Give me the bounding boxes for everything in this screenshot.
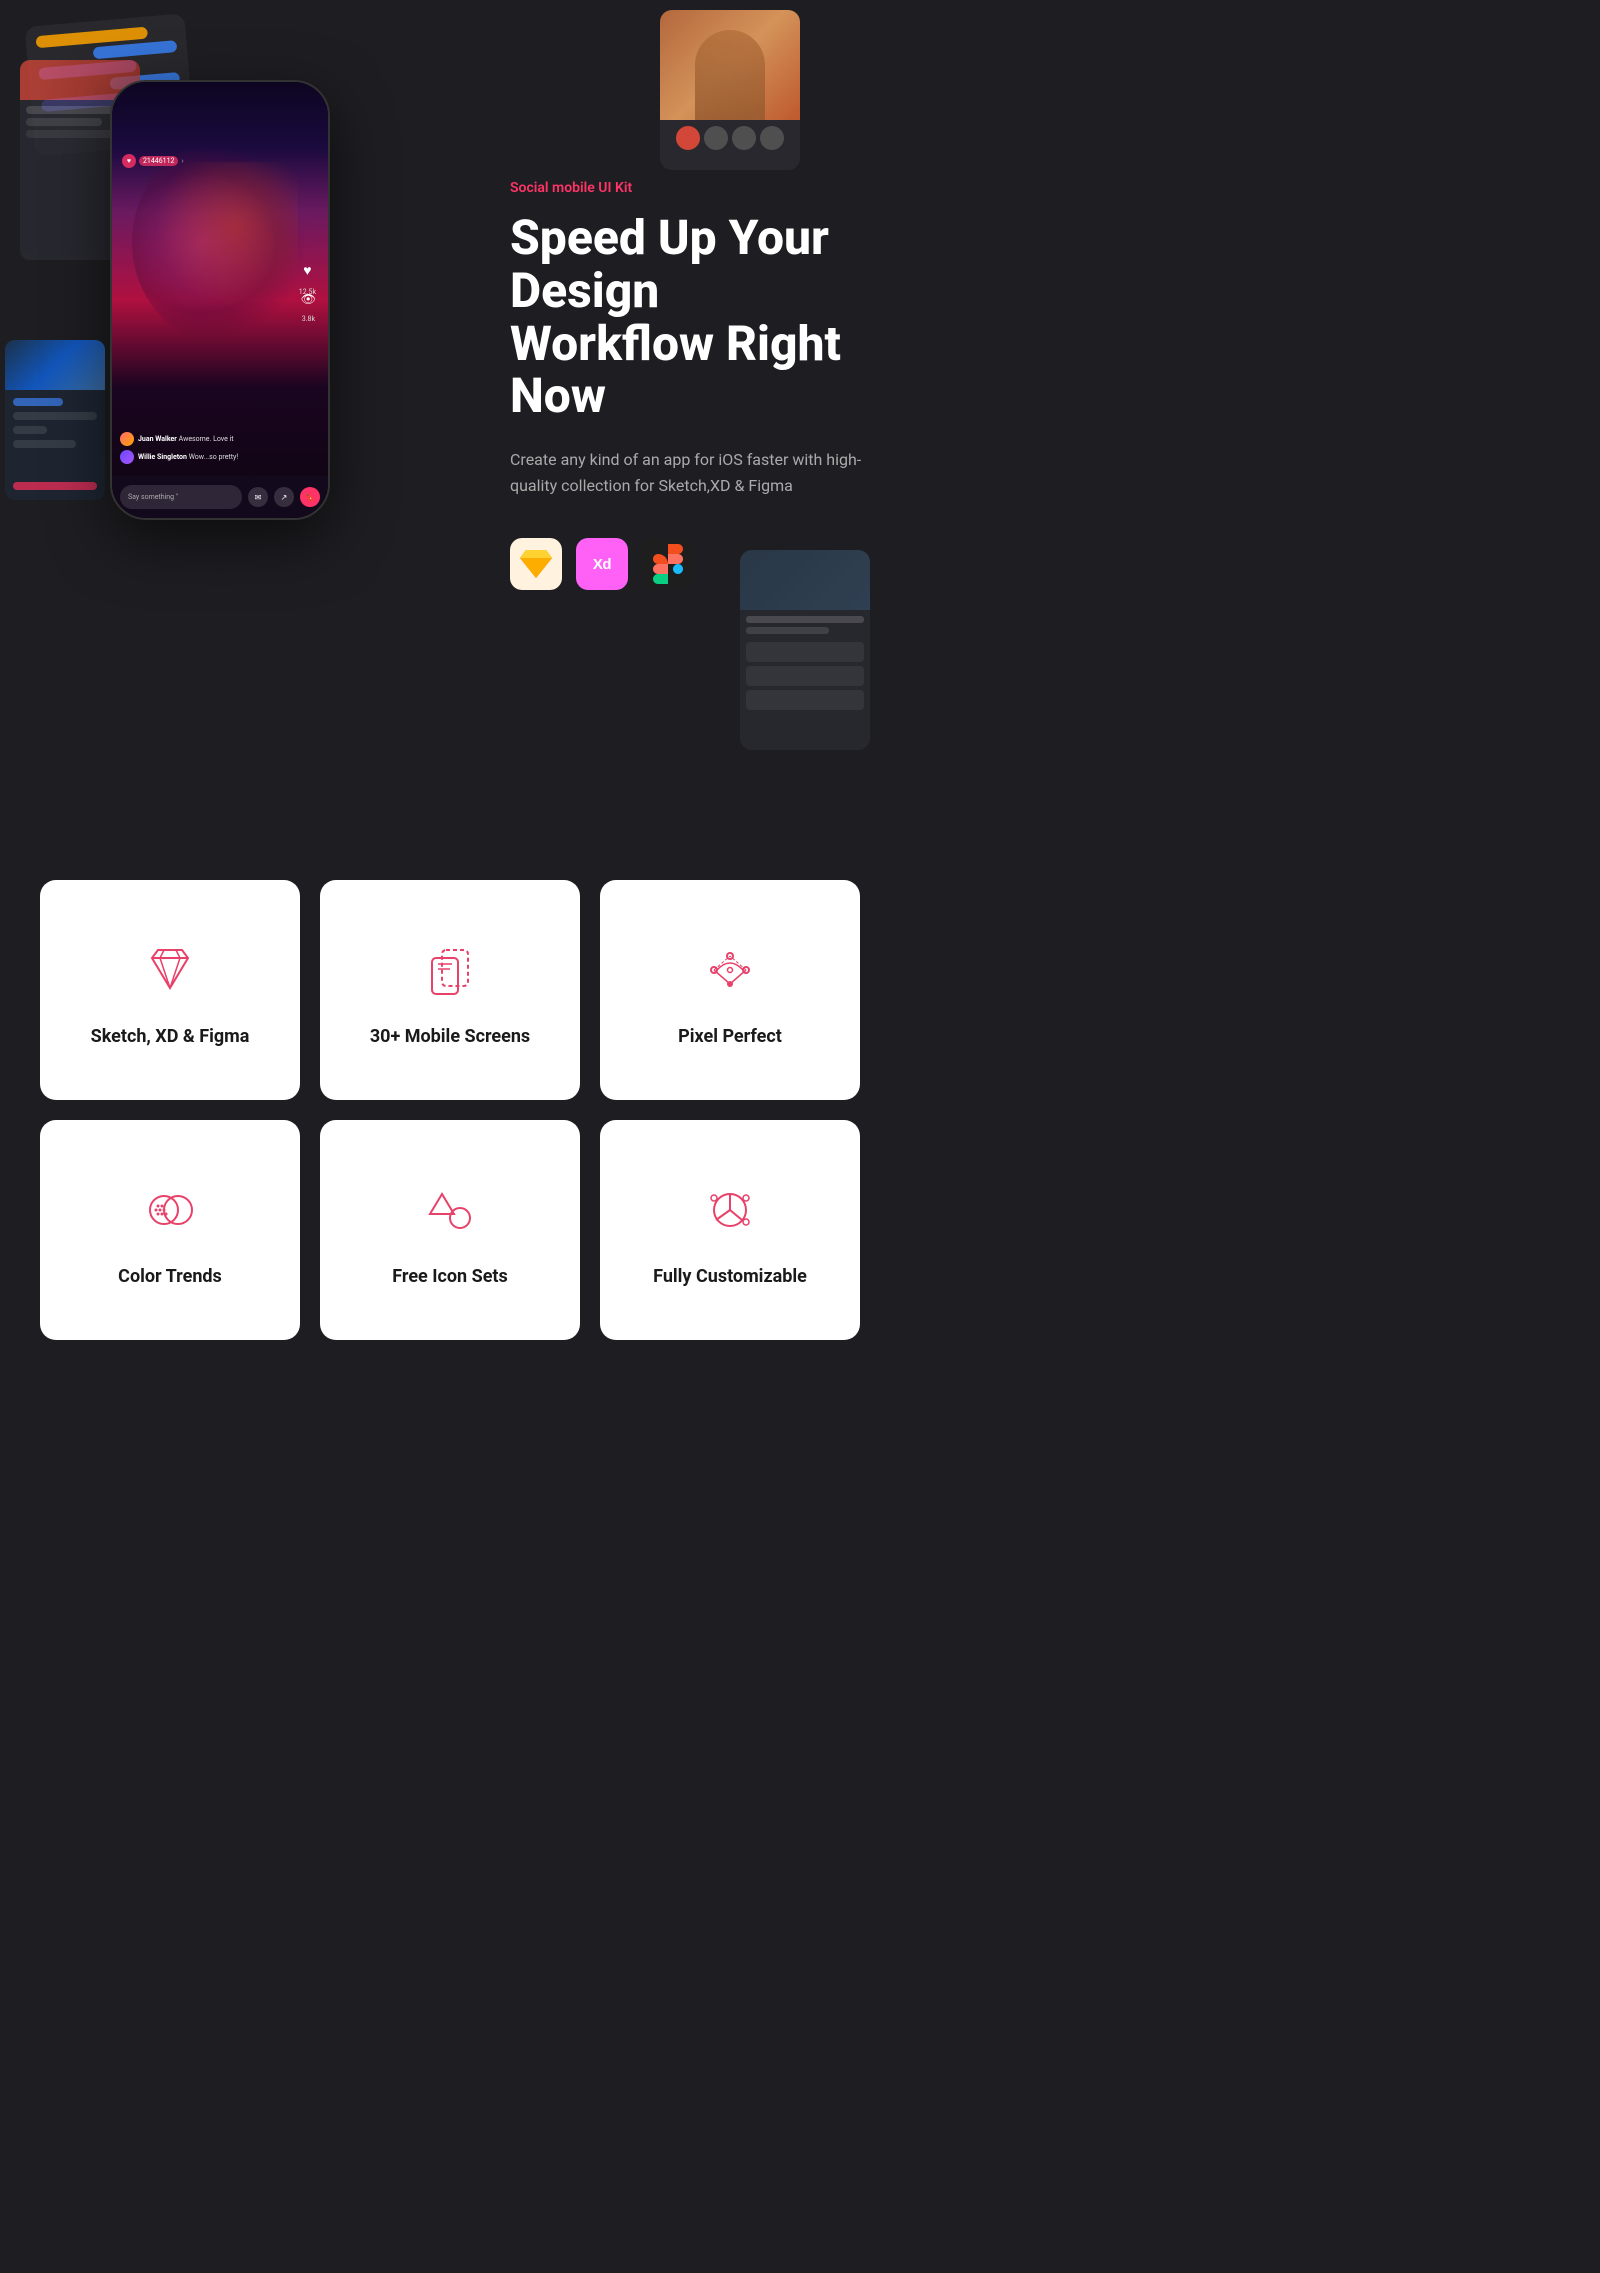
say-something-input[interactable]: Say something ": [120, 485, 242, 509]
customize-icon: [702, 1178, 758, 1242]
feature-label-free-icon-sets: Free Icon Sets: [392, 1266, 508, 1287]
hero-title: Speed Up Your Design Workflow Right Now: [510, 212, 870, 423]
comment-1-text: Juan Walker Awesome. Love it: [138, 435, 234, 443]
feature-label-mobile-screens: 30+ Mobile Screens: [370, 1026, 530, 1047]
screens-icon: [422, 938, 478, 1002]
xd-badge: Xd: [576, 538, 628, 590]
feature-card-mobile-screens: 30+ Mobile Screens: [320, 880, 580, 1100]
like-counter: 21446112: [139, 156, 178, 166]
color-icon: [142, 1178, 198, 1242]
sketch-badge: [510, 538, 562, 590]
feature-label-pixel-perfect: Pixel Perfect: [678, 1026, 782, 1047]
bookmark-icon: 🔖: [300, 487, 320, 507]
figma-badge: [642, 538, 694, 590]
feature-card-pixel-perfect: Pixel Perfect: [600, 880, 860, 1100]
tools-row: Xd: [510, 538, 870, 590]
features-grid: Sketch, XD & Figma 30+ Mobile Screens: [40, 880, 860, 1340]
phone-bottom-bar: Say something " ✉ ↗ 🔖: [112, 476, 328, 518]
left-mid-mockup: [5, 340, 105, 500]
comments-area: Juan Walker Awesome. Love it Willie Sing…: [120, 432, 320, 468]
feature-card-fully-customizable: Fully Customizable: [600, 1120, 860, 1340]
comment-1: Juan Walker Awesome. Love it: [120, 432, 320, 446]
message-icon: ✉: [248, 487, 268, 507]
comment-2-text: Willie Singleton Wow...so pretty!: [138, 453, 238, 461]
heart-icon: ♥: [299, 262, 316, 279]
feature-label-fully-customizable: Fully Customizable: [653, 1266, 807, 1287]
eye-icon: 👁: [301, 292, 316, 306]
feature-label-sketch-xd-figma: Sketch, XD & Figma: [91, 1026, 250, 1047]
main-phone-mockup: 9:41 ▪▪▪ WiFi 🔋 Stella Malone 1263 +: [110, 80, 330, 520]
icon-sets-icon: [422, 1178, 478, 1242]
diamond-icon: [142, 938, 198, 1002]
comment-2: Willie Singleton Wow...so pretty!: [120, 450, 320, 464]
profile-image: [660, 10, 800, 120]
features-section: Sketch, XD & Figma 30+ Mobile Screens: [0, 800, 900, 1400]
hero-tag: Social mobile UI Kit: [510, 180, 870, 196]
hero-section: 9:41 ▪▪▪ WiFi 🔋 Stella Malone 1263 +: [0, 0, 900, 800]
commenter-2-avatar: [120, 450, 134, 464]
share-icon: ↗: [274, 487, 294, 507]
hero-content: Social mobile UI Kit Speed Up Your Desig…: [510, 180, 870, 590]
view-number: 3.8k: [302, 315, 315, 323]
feature-card-sketch-xd-figma: Sketch, XD & Figma: [40, 880, 300, 1100]
view-count-display: 👁 3.8k: [301, 292, 316, 325]
feature-card-free-icon-sets: Free Icon Sets: [320, 1120, 580, 1340]
profile-action-row: [660, 120, 800, 156]
feature-card-color-trends: Color Trends: [40, 1120, 300, 1340]
pixel-icon: [702, 938, 758, 1002]
hero-description: Create any kind of an app for iOS faster…: [510, 447, 870, 498]
commenter-1-avatar: [120, 432, 134, 446]
feature-label-color-trends: Color Trends: [118, 1266, 222, 1287]
profile-mockup: [660, 10, 800, 170]
